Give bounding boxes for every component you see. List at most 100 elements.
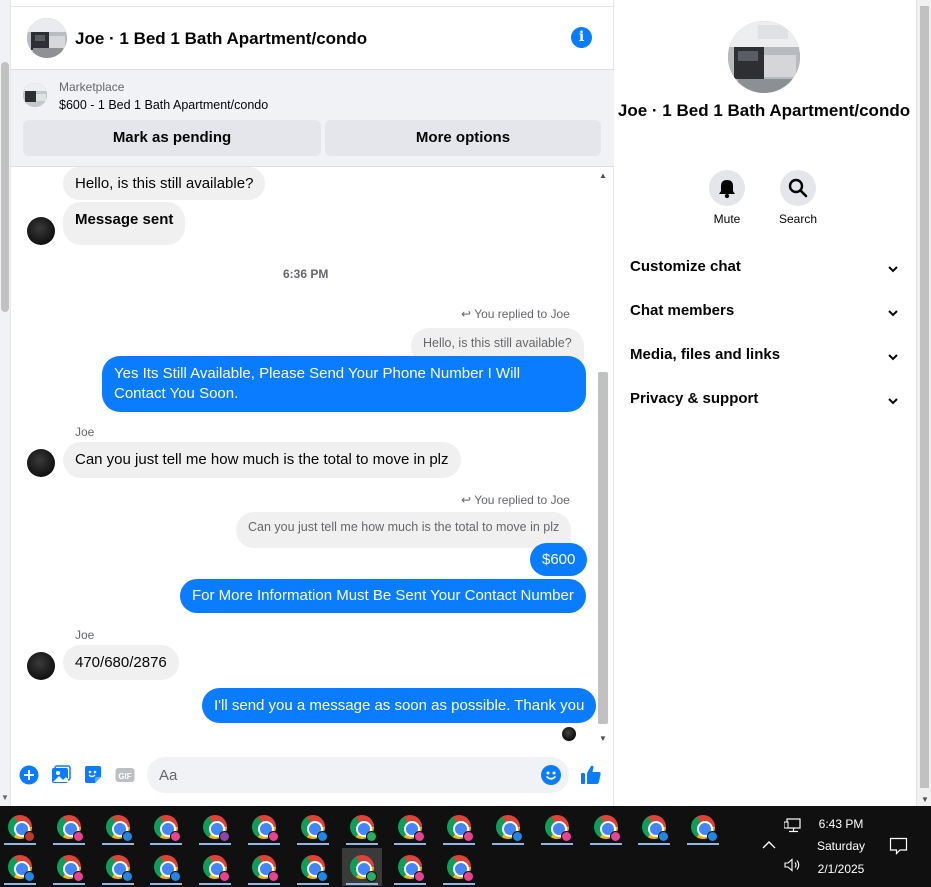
gif-icon[interactable]: GIF: [115, 765, 135, 785]
screen: ▼ Joe · 1 Bed 1 Bath Apartment/condo i M…: [0, 0, 931, 887]
taskbar-chrome-window-button[interactable]: [49, 808, 89, 846]
taskbar-chrome-window-button[interactable]: [244, 848, 284, 886]
scrollbar-thumb[interactable]: [920, 6, 929, 788]
more-options-button[interactable]: More options: [325, 120, 601, 156]
customize-chat-row[interactable]: Customize chat: [630, 258, 900, 282]
network-icon[interactable]: [784, 818, 802, 834]
page-scrollbar-left[interactable]: ▼: [0, 0, 11, 806]
taskbar-chrome-window-button[interactable]: [390, 808, 430, 846]
incoming-message[interactable]: Message sent: [63, 202, 186, 245]
taskbar-chrome-window-button[interactable]: [488, 808, 528, 846]
bell-icon[interactable]: [709, 170, 745, 206]
taskbar-chrome-window-button[interactable]: [293, 808, 333, 846]
show-hidden-icons-icon[interactable]: [762, 840, 776, 850]
message-list[interactable]: Hello, is this still available? Message …: [11, 167, 614, 745]
outgoing-message[interactable]: For More Information Must Be Sent Your C…: [180, 579, 586, 613]
profile-badge-icon: [219, 831, 231, 842]
incoming-message[interactable]: 470/680/2876: [63, 645, 179, 680]
clock-date[interactable]: 2/1/2025: [806, 862, 876, 876]
taskbar-chrome-window-button[interactable]: [341, 848, 382, 886]
taskbar-chrome-window-button[interactable]: [634, 808, 674, 846]
chevron-down-icon[interactable]: [886, 306, 900, 320]
scroll-down-arrow-icon[interactable]: ▼: [921, 795, 929, 804]
taskbar-chrome-window-button[interactable]: [146, 848, 186, 886]
taskbar-chrome-window-button[interactable]: [586, 808, 626, 846]
message-scrollbar[interactable]: ▲ ▼: [597, 167, 609, 745]
taskbar-chrome-window-button[interactable]: [390, 848, 430, 886]
media-files-links-row[interactable]: Media, files and links: [630, 346, 900, 370]
chevron-down-icon[interactable]: [886, 350, 900, 364]
scroll-down-arrow-icon[interactable]: ▼: [1, 793, 9, 802]
plus-icon[interactable]: [19, 765, 39, 785]
details-title: Joe · 1 Bed 1 Bath Apartment/condo: [617, 101, 911, 120]
page-scrollbar-right[interactable]: ▼: [916, 0, 931, 806]
chevron-down-icon[interactable]: [886, 394, 900, 408]
clock-time[interactable]: 6:43 PM: [806, 817, 876, 831]
photo-icon[interactable]: [51, 765, 71, 785]
chat-title[interactable]: Joe · 1 Bed 1 Bath Apartment/condo: [75, 29, 367, 49]
reply-indicator: ↩ You replied to Joe: [461, 307, 570, 321]
sender-avatar[interactable]: [27, 449, 55, 477]
chat-members-row[interactable]: Chat members: [630, 302, 900, 326]
message-input-box[interactable]: [147, 757, 569, 793]
running-indicator: [394, 883, 427, 885]
taskbar-chrome-window-button[interactable]: [683, 808, 723, 846]
scroll-down-arrow-icon[interactable]: ▼: [599, 734, 607, 743]
message-input[interactable]: [159, 765, 529, 785]
chevron-down-icon[interactable]: [886, 262, 900, 276]
chrome-icon: [349, 815, 377, 842]
profile-badge-icon: [365, 871, 377, 882]
taskbar-chrome-window-button[interactable]: [0, 848, 40, 886]
privacy-support-row[interactable]: Privacy & support: [630, 390, 900, 414]
taskbar-chrome-window-button[interactable]: [195, 808, 235, 846]
sticker-icon[interactable]: [83, 765, 103, 785]
row-label: Chat members: [630, 302, 735, 319]
taskbar-chrome-window-button[interactable]: [244, 808, 284, 846]
taskbar-chrome-window-button[interactable]: [439, 808, 479, 846]
scrollbar-thumb[interactable]: [598, 372, 608, 724]
sender-avatar[interactable]: [27, 652, 55, 680]
running-indicator: [199, 843, 232, 845]
running-indicator: [345, 843, 378, 845]
like-icon[interactable]: [579, 763, 603, 787]
taskbar-chrome-window-button[interactable]: [293, 848, 333, 886]
chrome-icon: [300, 815, 328, 842]
scrollbar-thumb[interactable]: [1, 62, 9, 312]
chrome-icon: [398, 855, 426, 882]
taskbar-chrome-window-button[interactable]: [98, 848, 138, 886]
taskbar-chrome-window-button[interactable]: [195, 848, 235, 886]
taskbar-chrome-window-button[interactable]: [0, 808, 40, 846]
taskbar-chrome-window-button[interactable]: [537, 808, 577, 846]
outgoing-message[interactable]: $600: [530, 543, 588, 576]
incoming-message[interactable]: Hello, is this still available?: [63, 167, 266, 200]
mark-as-pending-button[interactable]: Mark as pending: [23, 120, 321, 156]
incoming-message[interactable]: Can you just tell me how much is the tot…: [63, 442, 461, 478]
scroll-up-arrow-icon[interactable]: ▲: [599, 171, 607, 180]
taskbar-chrome-window-button[interactable]: [98, 808, 138, 846]
clock-day[interactable]: Saturday: [806, 839, 876, 853]
taskbar-chrome-window-button[interactable]: [439, 848, 479, 886]
quoted-message[interactable]: Can you just tell me how much is the tot…: [236, 512, 572, 548]
profile-badge-icon: [560, 831, 572, 842]
mute-label: Mute: [713, 212, 741, 226]
volume-icon[interactable]: [784, 858, 802, 872]
listing-avatar[interactable]: [27, 18, 67, 58]
sender-avatar[interactable]: [27, 217, 55, 245]
info-icon[interactable]: i: [571, 27, 592, 48]
outgoing-message[interactable]: I'll send you a message as soon as possi…: [202, 688, 597, 723]
profile-badge-icon: [414, 871, 426, 882]
search-button[interactable]: Search: [768, 170, 828, 226]
profile-badge-icon: [463, 831, 475, 842]
outgoing-message[interactable]: Yes Its Still Available, Please Send You…: [102, 356, 586, 412]
listing-avatar-large[interactable]: [728, 21, 800, 93]
reply-label: You replied to Joe: [474, 307, 570, 321]
mute-button[interactable]: Mute: [697, 170, 757, 226]
listing-title[interactable]: $600 - 1 Bed 1 Bath Apartment/condo: [59, 98, 268, 112]
taskbar-chrome-window-button[interactable]: [49, 848, 89, 886]
taskbar-chrome-window-button[interactable]: [146, 808, 186, 846]
search-icon[interactable]: [780, 170, 816, 206]
taskbar-chrome-window-button[interactable]: [342, 808, 382, 846]
notifications-icon[interactable]: [889, 837, 908, 856]
listing-thumbnail[interactable]: [23, 83, 47, 107]
emoji-icon[interactable]: [541, 765, 561, 785]
